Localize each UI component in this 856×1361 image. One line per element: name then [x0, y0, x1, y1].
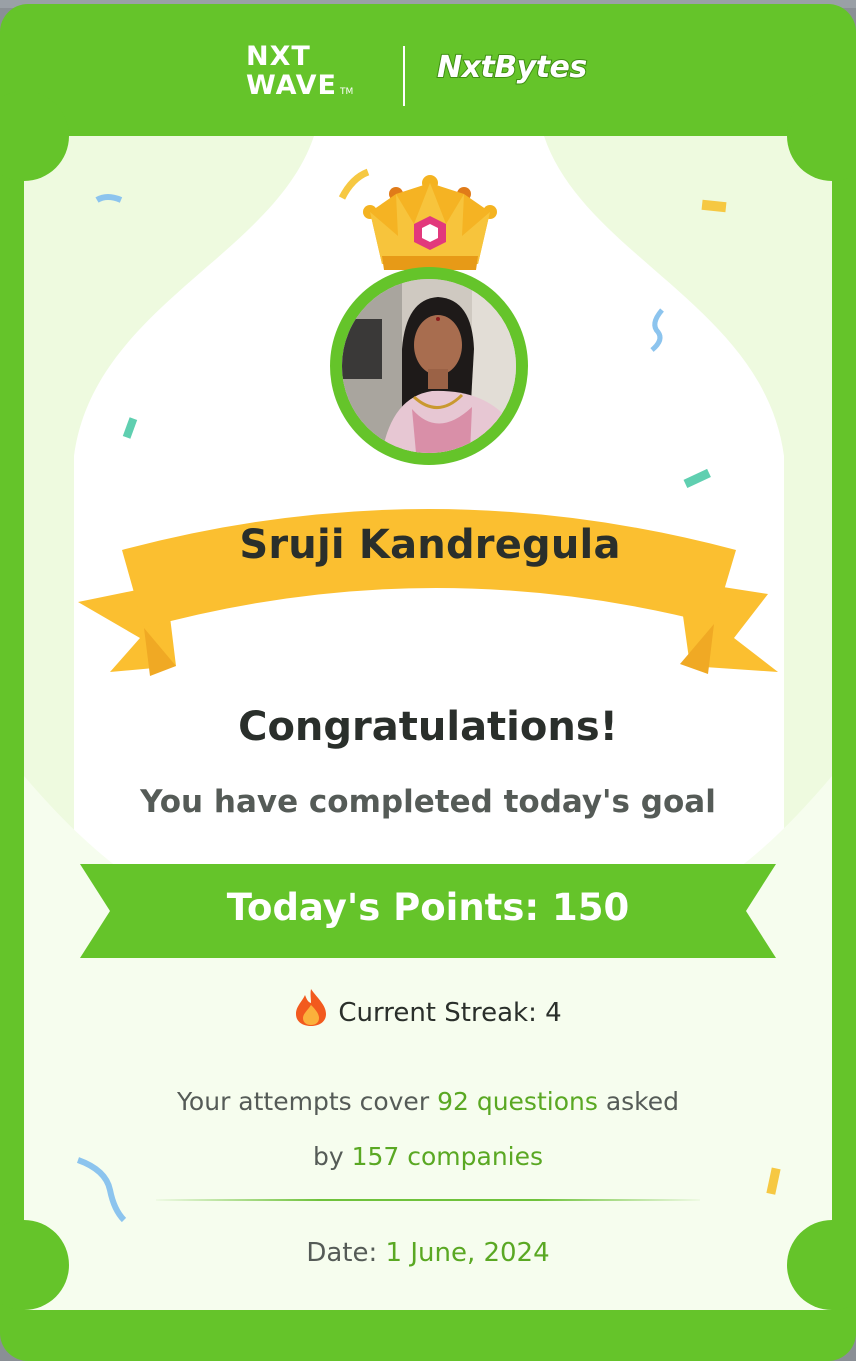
flame-icon [296, 989, 327, 1026]
attempts-summary: Your attempts cover 92 questions asked b… [0, 1074, 856, 1184]
questions-count: 92 questions [437, 1087, 598, 1116]
user-avatar [342, 279, 516, 453]
nxtwave-logo: NXT WAVE TM [246, 42, 353, 107]
date-row: Date: 1 June, 2024 [0, 1238, 856, 1268]
user-name: Sruji Kandregula [239, 522, 621, 568]
current-streak: Current Streak: 4 [0, 987, 856, 1028]
date-value: 1 June, 2024 [385, 1238, 550, 1268]
crown-icon [363, 175, 497, 270]
confetti-blue-2 [650, 308, 664, 352]
attempts-middle: asked [605, 1087, 679, 1116]
attempts-by: by [312, 1142, 344, 1171]
card-header: NXT WAVE TM NxtBytes [0, 4, 856, 136]
nxtwave-logo-line2: WAVE [246, 70, 337, 101]
logo-divider [403, 46, 405, 106]
congratulations-title: Congratulations! [238, 704, 618, 750]
todays-points: Today's Points: 150 [226, 886, 630, 929]
user-photo [342, 279, 516, 453]
achievement-card: NXT WAVE TM NxtBytes Sruji Kandregula Co… [0, 4, 856, 1361]
nxtwave-logo-line1: NXT [246, 41, 311, 72]
confetti-teal-1 [122, 417, 138, 439]
current-streak-label: Current Streak: 4 [338, 998, 562, 1028]
attempts-prefix: Your attempts cover [176, 1087, 430, 1116]
companies-count: 157 companies [351, 1142, 544, 1171]
name-ribbon [78, 509, 778, 676]
nxtbytes-logo: NxtBytes [436, 49, 588, 86]
confetti-blue-1 [95, 194, 123, 203]
confetti-yellow-2 [701, 199, 727, 213]
divider-line [156, 1199, 700, 1201]
user-avatar-frame [330, 267, 528, 465]
date-label: Date: [306, 1238, 378, 1268]
goal-subtitle: You have completed today's goal [140, 784, 716, 820]
trademark-mark: TM [339, 87, 354, 97]
